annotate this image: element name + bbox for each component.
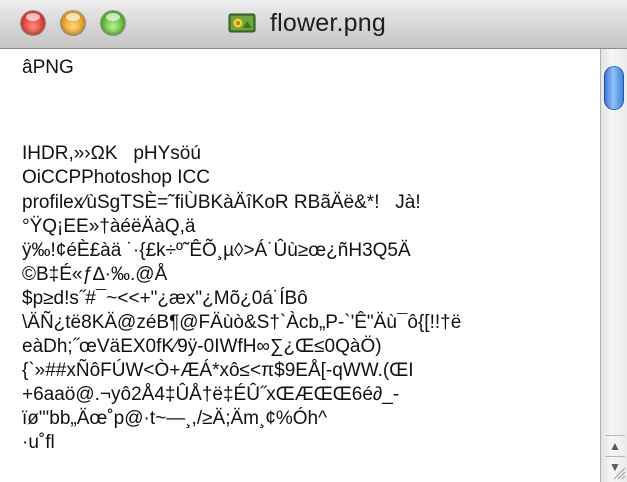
text-line: \ÄÑ¿të8KÄ@zéB¶@FÄùò&S†`Àcb„P-`'Ê"Äù¯ô{[!… [22,312,462,333]
minimize-button[interactable] [61,11,85,35]
text-line: +6aaö@.¬yô2Å4‡ÛÅ†ë‡ÉÛ˝xŒÆŒŒ6é∂_- [22,384,400,405]
text-line: profilex⁄ùSgTSÈ=˜fiÙBKàÄîKoR RBãÄë&*! Jà… [22,192,421,213]
vertical-scrollbar[interactable]: ▲ ▼ [600,49,627,482]
text-line: $p≥d!s˝#¯~<<+"¿æx"¿Mõ¿0á˙ÍBô [22,288,308,309]
image-file-icon[interactable] [228,13,256,33]
close-button[interactable] [21,11,45,35]
document-window: flower.png âPNG IHDR,»›ΩK pHYsöú OiCCPPh… [0,0,627,482]
text-line: ©B‡É«ƒ∆·‰.@Å [22,264,168,285]
text-line: OiCCPPhotoshop ICC [22,167,210,188]
text-line: {`»##xÑôFÚW<Ò+ÆÁ*xô≤<π$9EÅ[-qWW.(ŒI [22,360,414,381]
text-line: ·u˚fl [22,432,55,453]
text-line: ïø"'bb„Äœ˚p@·t~—¸,/≥Ä;Äm¸¢%Óh^ [22,408,328,429]
text-line: ÿ‰!¢éÈ£àä ˙·{£k÷º˜ÊÕ¸µ◊>Á˙Ûù≥œ¿ñH3Q5Ä [22,240,411,261]
resize-grip-icon[interactable] [610,464,626,480]
zoom-button[interactable] [101,11,125,35]
title-bar[interactable]: flower.png [0,0,627,49]
scroll-up-arrow-icon[interactable]: ▲ [605,435,625,456]
window-title: flower.png [270,8,386,37]
window-title-group: flower.png [228,8,386,38]
text-line: âPNG [22,57,74,78]
text-line: eàDh;˝œVäEX0fK⁄9ÿ-0IWfH∞∑¿Œ≤0QàÖ) [22,336,382,357]
text-content-area[interactable]: âPNG IHDR,»›ΩK pHYsöú OiCCPPhotoshop ICC… [0,49,600,482]
text-line: °ŸQ¡EE»†àéëÄàQ,ä [22,216,196,237]
scroll-thumb[interactable] [604,66,624,110]
text-line: IHDR,»›ΩK pHYsöú [22,143,201,164]
